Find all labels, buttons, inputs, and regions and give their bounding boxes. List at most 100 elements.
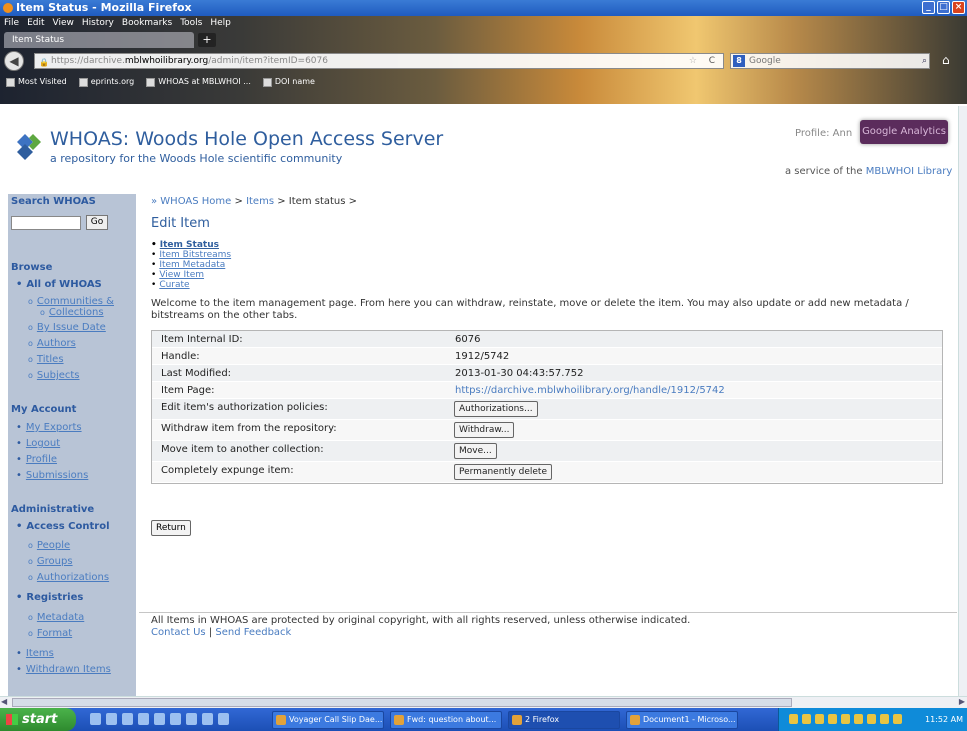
sidebar-item-subjects[interactable]: Subjects: [28, 370, 80, 381]
breadcrumb-current: Item status: [288, 196, 346, 207]
bookmark-doi-name[interactable]: DOI name: [262, 74, 315, 90]
quick-launch-icon[interactable]: [186, 713, 197, 725]
tray-icon[interactable]: [789, 714, 798, 724]
quick-launch-icon[interactable]: [202, 713, 213, 725]
sidebar-item-communities[interactable]: Communities &: [28, 296, 114, 307]
move-button[interactable]: Move...: [454, 443, 497, 459]
quick-launch-icon[interactable]: [154, 713, 165, 725]
sidebar-item-people[interactable]: People: [28, 540, 70, 551]
menu-help[interactable]: Help: [210, 16, 231, 30]
sidebar-item-authorizations[interactable]: Authorizations: [28, 572, 109, 583]
sidebar-item-groups[interactable]: Groups: [28, 556, 73, 567]
mblwhoi-library-link[interactable]: MBLWHOI Library: [866, 166, 953, 177]
tab-view-item[interactable]: View Item: [151, 270, 231, 280]
vertical-scrollbar[interactable]: [958, 106, 967, 696]
sidebar-item-format[interactable]: Format: [28, 628, 72, 639]
menu-edit[interactable]: Edit: [27, 16, 44, 30]
menu-bar: File Edit View History Bookmarks Tools H…: [4, 16, 231, 30]
tray-icon[interactable]: [867, 714, 876, 724]
back-button[interactable]: ◀: [4, 51, 24, 71]
sidebar-item-items[interactable]: Items: [16, 648, 54, 659]
clock[interactable]: 11:52 AM: [925, 708, 963, 731]
row-label: Move item to another collection:: [161, 444, 324, 455]
breadcrumb-home[interactable]: » WHOAS Home: [151, 196, 231, 207]
reload-icon[interactable]: C: [709, 54, 715, 68]
tray-icon[interactable]: [893, 714, 902, 724]
taskbar-item-voyager[interactable]: Voyager Call Slip Dae...: [272, 711, 384, 729]
tray-icon[interactable]: [815, 714, 824, 724]
sidebar-search-input[interactable]: [11, 216, 81, 230]
tab-item-metadata[interactable]: Item Metadata: [151, 260, 231, 270]
bookmark-eprints[interactable]: eprints.org: [78, 74, 134, 90]
scroll-thumb[interactable]: [12, 698, 792, 707]
tab-item-status[interactable]: Item Status: [4, 32, 194, 48]
tab-item-status[interactable]: Item Status: [151, 240, 231, 250]
search-icon[interactable]: ⌕: [922, 54, 927, 68]
registries-heading: Registries: [16, 592, 83, 603]
sidebar-item-my-exports[interactable]: My Exports: [16, 422, 82, 433]
minimize-button[interactable]: _: [922, 1, 935, 14]
tab-bar: Item Status +: [0, 30, 967, 48]
sidebar-go-button[interactable]: Go: [86, 215, 108, 230]
bookmark-star-icon[interactable]: ☆: [689, 54, 697, 68]
quick-launch-icon[interactable]: [90, 713, 101, 725]
horizontal-scrollbar[interactable]: ◀ ▶: [0, 696, 967, 708]
scroll-right-icon[interactable]: ▶: [959, 697, 965, 706]
site-title[interactable]: WHOAS: Woods Hole Open Access Server: [50, 128, 443, 150]
tray-icon[interactable]: [828, 714, 837, 724]
row-label: Withdraw item from the repository:: [161, 423, 337, 434]
home-icon[interactable]: ⌂: [942, 53, 950, 67]
sidebar-item-profile[interactable]: Profile: [16, 454, 57, 465]
quick-launch-icon[interactable]: [122, 713, 133, 725]
breadcrumb-items[interactable]: Items: [246, 196, 274, 207]
taskbar-item-firefox[interactable]: 2 Firefox: [508, 711, 620, 729]
url-bar[interactable]: 🔒 https://darchive.mblwhoilibrary.org/ad…: [34, 53, 724, 69]
close-button[interactable]: ×: [952, 1, 965, 14]
tab-curate[interactable]: Curate: [151, 280, 231, 290]
authorizations-button[interactable]: Authorizations...: [454, 401, 538, 417]
send-feedback-link[interactable]: Send Feedback: [215, 627, 291, 638]
menu-view[interactable]: View: [53, 16, 74, 30]
quick-launch-icon[interactable]: [218, 713, 229, 725]
return-button[interactable]: Return: [151, 520, 191, 536]
tray-icon[interactable]: [841, 714, 850, 724]
menu-bookmarks[interactable]: Bookmarks: [122, 16, 172, 30]
quick-launch-icon[interactable]: [170, 713, 181, 725]
maximize-button[interactable]: □: [937, 1, 950, 14]
menu-file[interactable]: File: [4, 16, 19, 30]
taskbar-item-fwd-question[interactable]: Fwd: question about...: [390, 711, 502, 729]
bookmark-most-visited[interactable]: Most Visited: [6, 74, 67, 90]
sidebar-item-submissions[interactable]: Submissions: [16, 470, 88, 481]
quick-launch-icon[interactable]: [106, 713, 117, 725]
item-page-link[interactable]: https://darchive.mblwhoilibrary.org/hand…: [455, 385, 725, 396]
sidebar-item-by-issue-date[interactable]: By Issue Date: [28, 322, 106, 333]
row-value: 1912/5742: [455, 351, 510, 362]
row-label: Edit item's authorization policies:: [161, 402, 328, 413]
menu-history[interactable]: History: [82, 16, 114, 30]
tray-icon[interactable]: [854, 714, 863, 724]
google-analytics-button[interactable]: Google Analytics: [860, 120, 948, 144]
search-bar[interactable]: 8 Google ⌕: [730, 53, 930, 69]
sidebar-item-titles[interactable]: Titles: [28, 354, 64, 365]
sidebar-item-authors[interactable]: Authors: [28, 338, 76, 349]
sidebar-item-withdrawn-items[interactable]: Withdrawn Items: [16, 664, 111, 675]
profile-label[interactable]: Profile: Ann: [795, 128, 852, 139]
permanently-delete-button[interactable]: Permanently delete: [454, 464, 552, 480]
contact-us-link[interactable]: Contact Us: [151, 627, 206, 638]
sidebar-item-metadata[interactable]: Metadata: [28, 612, 84, 623]
system-tray: 11:52 AM: [778, 708, 967, 731]
menu-tools[interactable]: Tools: [180, 16, 202, 30]
tray-icon[interactable]: [802, 714, 811, 724]
new-tab-button[interactable]: +: [198, 33, 216, 47]
sidebar-item-collections[interactable]: Collections: [28, 307, 104, 318]
taskbar-item-document1[interactable]: Document1 - Microso...: [626, 711, 738, 729]
table-row: Handle: 1912/5742: [152, 348, 942, 365]
tray-icon[interactable]: [880, 714, 889, 724]
bookmark-whoas[interactable]: WHOAS at MBLWHOI ...: [146, 74, 251, 90]
scroll-left-icon[interactable]: ◀: [1, 697, 7, 706]
quick-launch-icon[interactable]: [138, 713, 149, 725]
sidebar-item-logout[interactable]: Logout: [16, 438, 60, 449]
start-button[interactable]: start: [0, 708, 76, 731]
tab-item-bitstreams[interactable]: Item Bitstreams: [151, 250, 231, 260]
withdraw-button[interactable]: Withdraw...: [454, 422, 515, 438]
